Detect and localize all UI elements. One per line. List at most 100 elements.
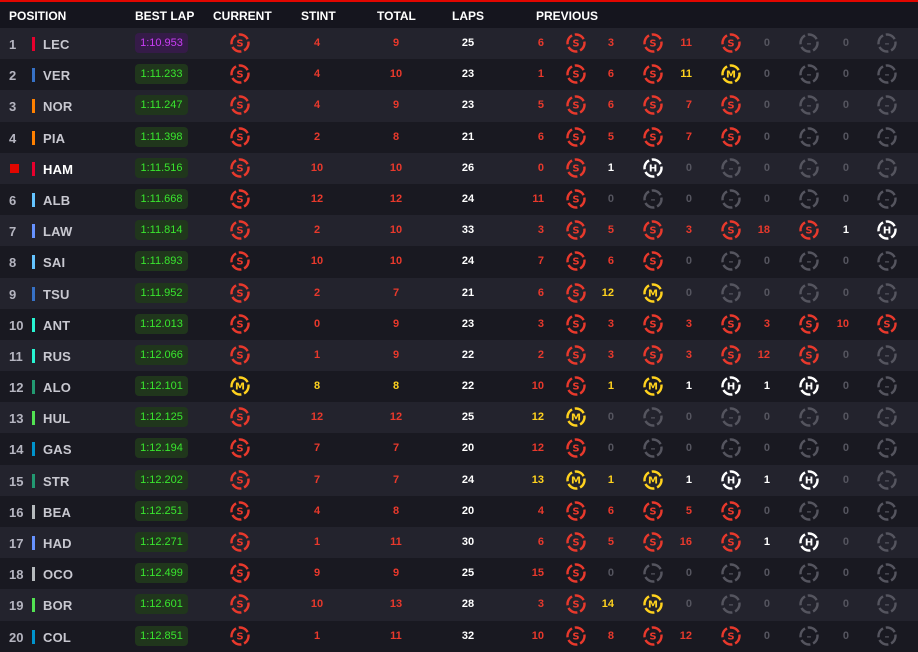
table-row[interactable]: HAM 1:11.516 S 10 10 26 0 S 1 H 0 – 0 – 0 –	[0, 152, 918, 184]
svg-text:S: S	[236, 475, 243, 486]
table-row[interactable]: 20 COL 1:12.851 S 1 11 32 10 S 8 S 12 S 0–0–	[0, 620, 918, 652]
table-row[interactable]: 4 PIA 1:11.398 S 2 8 21 6 S 5 S 7 S 0 – 0 –	[0, 121, 918, 153]
svg-text:–: –	[885, 350, 890, 361]
previous-tyre-icon: M	[642, 282, 664, 304]
previous-tyre-icon: S	[642, 219, 664, 241]
best-lap-time: 1:12.251	[135, 500, 188, 521]
best-lap-time: 1:11.516	[135, 157, 188, 178]
svg-text:S: S	[649, 132, 656, 143]
previous-stint-laps: 0	[763, 68, 770, 81]
current-tyre-icon: S	[229, 157, 251, 179]
table-row[interactable]: 2 VER 1:11.233 S 4 10 23 1 S 6 S 11 M 0 – 0 –	[0, 59, 918, 91]
previous-stint-laps: 0	[842, 255, 849, 268]
driver-code: TSU	[43, 286, 70, 302]
best-lap-time: 1:12.202	[135, 469, 188, 490]
header-total[interactable]: TOTAL	[377, 9, 416, 23]
table-row[interactable]: 19 BOR 1:12.601 S 10 13 28 3 S 14 M 0 – 0 – 0 –	[0, 589, 918, 621]
previous-stint-laps: 1	[537, 68, 544, 81]
table-row[interactable]: 18 OCO 1:12.499 S 9 9 25 15 S 0 – 0 – 0 – 0 –	[0, 558, 918, 590]
unused-tyre-icon: –	[876, 469, 898, 491]
driver-code: HAM	[43, 161, 74, 177]
current-tyre-icon: S	[229, 282, 251, 304]
previous-tyre-icon: S	[642, 500, 664, 522]
table-row[interactable]: 10 ANT 1:12.013 S 0 9 23 3 S 3 S 3 S 3 S 10 S	[0, 308, 918, 340]
header-position[interactable]: POSITION	[9, 9, 66, 23]
driver-code: VER	[43, 68, 71, 84]
table-row[interactable]: 16 BEA 1:12.251 S 4 8 20 4 S 6 S 5 S 0 – 0 –	[0, 495, 918, 527]
standings-table: 1 LEC 1:10.953 S 4 9 25 6 S 3 S 11 S 0–0–2 VER 1:11.233…	[0, 28, 918, 652]
previous-stint-laps: 1	[685, 380, 692, 393]
svg-text:–: –	[729, 600, 734, 611]
svg-text:S: S	[805, 226, 812, 237]
unused-tyre-icon: –	[876, 500, 898, 522]
svg-text:S: S	[649, 101, 656, 112]
previous-stint-laps: 0	[763, 411, 770, 424]
svg-text:H: H	[883, 226, 891, 237]
previous-stint-laps: 1	[607, 473, 614, 486]
unused-tyre-icon: –	[876, 562, 898, 584]
table-row[interactable]: 6 ALB 1:11.668 S 12 12 24 11 S 0 – 0 – 0 – 0 –	[0, 183, 918, 216]
svg-text:S: S	[727, 350, 734, 361]
total-laps: 12	[389, 411, 403, 424]
table-row[interactable]: 1 LEC 1:10.953 S 4 9 25 6 S 3 S 11 S 0 – 0 –	[0, 28, 918, 60]
unused-tyre-icon: –	[642, 406, 664, 428]
previous-stint-laps: 1	[763, 536, 770, 548]
header-stint[interactable]: STINT	[301, 9, 336, 23]
table-row[interactable]: 9 TSU 1:11.952 S 2 7 21 6 S 12 M 0 – 0 – 0 –	[0, 277, 918, 309]
best-lap-time: 1:11.814	[135, 220, 188, 241]
previous-tyre-icon: H	[798, 375, 820, 397]
svg-text:–: –	[729, 288, 734, 299]
previous-stint-laps: 0	[685, 255, 692, 268]
table-row[interactable]: 11 RUS 1:12.066 S 1 9 22 2 S 3 S 3 S 12 S 0–	[0, 339, 918, 372]
svg-text:S: S	[727, 319, 734, 330]
laps-count: 20	[461, 442, 475, 455]
table-row[interactable]: 3 NOR 1:11.247 S 4 9 23 5 S 6 S 7 S 0 – 0 –	[0, 90, 918, 122]
previous-stint-laps: 0	[607, 567, 614, 580]
previous-stint-laps: 0	[763, 37, 770, 49]
previous-stint-laps: 5	[607, 130, 614, 143]
previous-stint-laps: 0	[685, 411, 692, 424]
position-number: 11	[9, 348, 23, 364]
header-best-lap[interactable]: BEST LAP	[135, 9, 194, 23]
team-color-bar	[32, 130, 35, 145]
previous-tyre-icon: S	[565, 219, 587, 241]
previous-stint-laps: 5	[607, 536, 614, 548]
driver-code: ANT	[43, 317, 71, 333]
svg-text:–: –	[729, 569, 734, 580]
current-tyre-icon: S	[229, 250, 251, 272]
driver-code: RUS	[43, 348, 72, 364]
svg-text:S: S	[236, 319, 243, 330]
header-previous[interactable]: PREVIOUS	[536, 9, 598, 23]
table-row[interactable]: 14 GAS 1:12.194 S 7 7 20 12 S 0 – 0 – 0 – 0 –	[0, 433, 918, 465]
laps-count: 33	[461, 224, 475, 237]
table-row[interactable]: 8 SAI 1:11.893 S 10 10 24 7 S 6 S 0 – 0 – 0 –	[0, 246, 918, 278]
previous-stint-laps: 1	[763, 380, 770, 393]
svg-text:S: S	[572, 506, 579, 517]
table-row[interactable]: 13 HUL 1:12.125 S 12 12 25 12 M 0 – 0 – 0 – 0 –	[0, 402, 918, 434]
header-current[interactable]: CURRENT	[213, 9, 272, 23]
svg-text:S: S	[236, 163, 243, 174]
table-row[interactable]: 12 ALO 1:12.101 M 8 8 22 10 S 1 M 1 H 1 H 0 –	[0, 371, 918, 403]
previous-tyre-icon: S	[642, 531, 664, 553]
unused-tyre-icon: –	[876, 282, 898, 304]
previous-tyre-icon: M	[720, 63, 742, 85]
previous-stint-laps: 0	[842, 99, 849, 112]
header-laps[interactable]: LAPS	[452, 9, 484, 23]
laps-count: 24	[461, 255, 475, 268]
svg-text:–: –	[885, 631, 890, 642]
previous-stint-laps: 3	[537, 317, 544, 330]
unused-tyre-icon: –	[720, 157, 742, 179]
previous-tyre-icon: M	[642, 593, 664, 615]
total-laps: 9	[392, 37, 400, 49]
previous-stint-laps: 1	[763, 473, 770, 486]
table-row[interactable]: 15 STR 1:12.202 S 7 7 24 13 M 1 M 1 H 1 H 0 –	[0, 464, 918, 496]
previous-tyre-icon: S	[642, 313, 664, 335]
best-lap-time: 1:12.013	[135, 313, 188, 334]
table-row[interactable]: 17 HAD 1:12.271 S 1 11 30 6 S 5 S 16 S 1 H 0–	[0, 527, 918, 559]
previous-tyre-icon: S	[565, 313, 587, 335]
position-number: 19	[9, 598, 24, 614]
previous-stint-laps: 0	[842, 380, 849, 393]
previous-stint-laps: 12	[531, 442, 544, 455]
total-laps: 9	[392, 567, 400, 580]
table-row[interactable]: 7 LAW 1:11.814 S 2 10 33 3 S 5 S 3 S 18 S 1 H	[0, 215, 918, 247]
